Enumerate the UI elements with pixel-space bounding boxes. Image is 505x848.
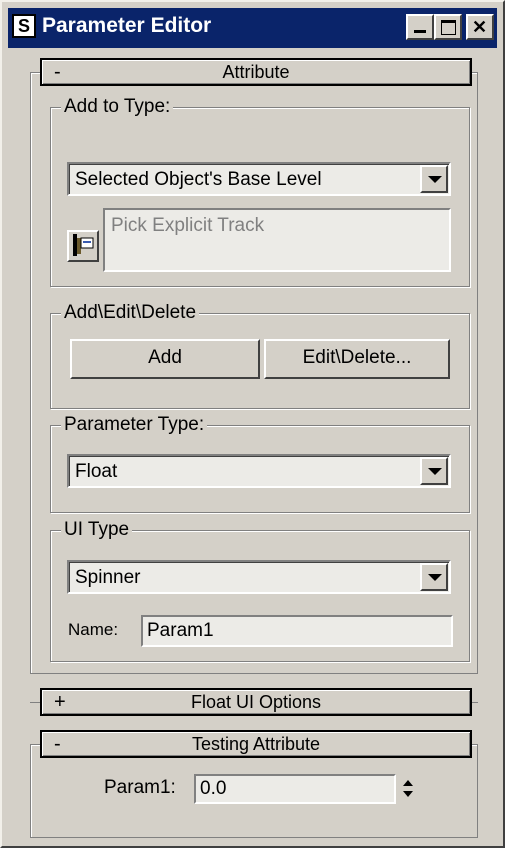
spinner-down-icon[interactable] <box>403 791 413 797</box>
name-input[interactable]: Param1 <box>141 615 453 647</box>
title-bar[interactable]: S Parameter Editor <box>8 8 497 48</box>
attribute-rollout-header[interactable]: - Attribute <box>40 58 472 86</box>
window-title: Parameter Editor <box>42 14 212 37</box>
close-icon[interactable] <box>466 14 494 40</box>
rollout-label: Testing Attribute <box>191 734 321 754</box>
edit-delete-button[interactable]: Edit\Delete... <box>264 339 450 379</box>
dropdown-value: Selected Object's Base Level <box>75 169 322 190</box>
add-button[interactable]: Add <box>70 339 260 379</box>
chevron-down-icon[interactable] <box>420 457 448 485</box>
pick-explicit-track-placeholder: Pick Explicit Track <box>111 215 265 236</box>
minimize-icon[interactable] <box>406 14 434 40</box>
app-icon: S <box>12 14 36 38</box>
name-value: Param1 <box>147 620 214 641</box>
maximize-icon[interactable] <box>434 14 462 40</box>
group-title: Add\Edit\Delete <box>61 301 200 325</box>
dropdown-value: Float <box>75 461 118 482</box>
rollout-label: Float UI Options <box>190 692 322 712</box>
rollout-label: Attribute <box>222 62 290 82</box>
name-label: Name: <box>68 620 119 639</box>
parameter-type-dropdown[interactable]: Float <box>67 454 451 488</box>
param1-value: 0.0 <box>200 778 227 799</box>
ui-type-dropdown[interactable]: Spinner <box>67 560 451 594</box>
dropdown-value: Spinner <box>75 567 141 588</box>
track-tree-icon <box>73 234 94 256</box>
group-title: Add to Type: <box>61 95 174 119</box>
parameter-editor-window: S Parameter Editor - Attribute Add to Ty… <box>0 0 505 848</box>
testing-attribute-rollout-header[interactable]: - Testing Attribute <box>40 730 472 758</box>
chevron-down-icon[interactable] <box>420 165 448 193</box>
add-to-type-dropdown[interactable]: Selected Object's Base Level <box>67 162 451 196</box>
spinner-up-icon[interactable] <box>403 780 413 786</box>
param1-input[interactable]: 0.0 <box>194 774 396 804</box>
group-title: Parameter Type: <box>61 413 208 437</box>
param1-label: Param1: <box>104 777 176 798</box>
group-title: UI Type <box>61 518 133 542</box>
pick-explicit-track-field[interactable]: Pick Explicit Track <box>103 208 451 272</box>
pick-track-button[interactable] <box>67 230 99 262</box>
spinner-arrows[interactable] <box>400 774 416 804</box>
chevron-down-icon[interactable] <box>420 563 448 591</box>
float-ui-options-rollout-header[interactable]: + Float UI Options <box>40 688 472 716</box>
